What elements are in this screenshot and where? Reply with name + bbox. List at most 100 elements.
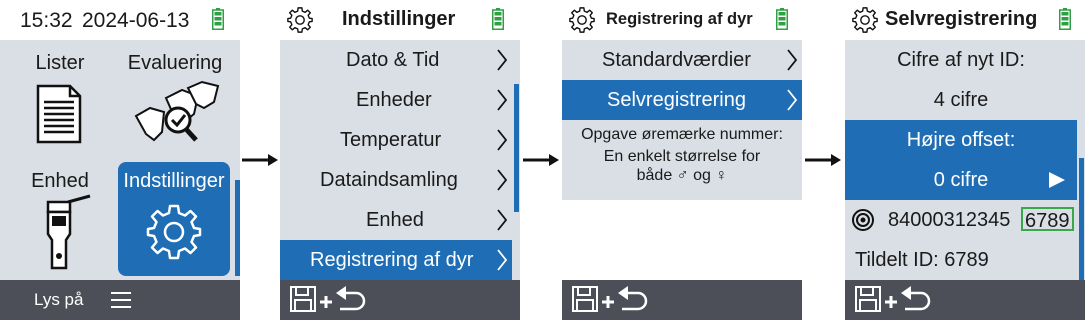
registration-menu: Standardværdier Selvregistrering Opgave … [562,40,802,200]
chevron-right-icon [497,249,508,271]
scrollbar[interactable] [1079,158,1084,280]
screen-home: 15:32 2024-06-13 Lister Evaluering Enhed… [0,0,240,320]
menu-item-enheder[interactable]: Enheder [280,80,512,120]
chevron-right-icon [497,209,508,231]
help-text-line: En enkelt størrelse for [603,148,761,165]
menu-item-label: Dataindsamling [320,169,458,191]
flow-arrow-icon [523,154,559,166]
flow-arrow-icon [242,154,278,166]
digits-label: Cifre af nyt ID: [845,40,1077,80]
clock-date: 2024-06-13 [82,9,190,32]
self-registration-form: Cifre af nyt ID: 4 cifre Højre offset: 0… [845,40,1085,280]
offset-label: Højre offset: [845,120,1077,160]
clock-time: 15:32 [20,9,73,32]
hamburger-menu-icon[interactable] [111,291,131,309]
menu-item-dato-tid[interactable]: Dato & Tid [280,40,512,80]
list-document-icon [36,84,82,144]
tile-label: Indstillinger [123,170,225,192]
battery-icon [776,8,788,30]
menu-item-enhed[interactable]: Enhed [280,200,512,240]
screen-self-registration: Selvregistrering Cifre af nyt ID: 4 cifr… [845,0,1085,320]
menu-item-dataindsamling[interactable]: Dataindsamling [280,160,512,200]
ear-tag-icon [852,209,874,231]
gear-icon [287,7,313,33]
menu-item-standardvaerdier[interactable]: Standardværdier [562,40,802,80]
menu-item-selvregistrering[interactable]: Selvregistrering [562,80,802,120]
digits-value-text: 4 cifre [933,89,989,111]
scrollbar[interactable] [235,180,240,276]
chevron-right-icon [787,49,798,71]
gear-icon [569,7,595,33]
help-text-line: Opgave øremærke nummer: [581,126,783,143]
page-title: Selvregistrering [885,8,1038,30]
offset-label-text: Højre offset: [906,129,1016,151]
save-icon [572,286,598,312]
footer-bar: Lys på [0,280,240,320]
screen-animal-registration: Registrering af dyr Standardværdier Selv… [562,0,802,320]
help-text: Opgave øremærke nummer: En enkelt større… [562,124,802,184]
battery-icon [212,8,224,30]
menu-item-label: Dato & Tid [346,49,440,71]
page-title: Registrering af dyr [606,10,753,28]
tile-label: Lister [35,52,85,74]
help-text-line: både ♂ og ♀ [636,167,728,184]
battery-icon [492,8,504,30]
tile-enhed[interactable]: Enhed [10,164,110,276]
menu-item-temperatur[interactable]: Temperatur [280,120,512,160]
battery-icon [1059,8,1071,30]
light-button[interactable]: Lys på [34,290,83,310]
flow-arrow-icon [805,154,841,166]
save-icon [290,286,316,312]
menu-item-label: Registrering af dyr [310,249,474,271]
footer-bar [562,280,802,320]
tile-lister[interactable]: Lister [10,48,110,152]
page-title: Indstillinger [342,8,456,30]
scrollbar[interactable] [514,84,519,212]
plus-icon [602,296,614,308]
screen-settings: Indstillinger Dato & Tid Enheder Tempera… [280,0,520,320]
tile-indstillinger[interactable]: Indstillinger [118,162,230,276]
menu-item-label: Temperatur [340,129,442,151]
tile-label: Enhed [31,170,89,192]
save-and-back-icons[interactable] [855,285,935,315]
title-bar: Registrering af dyr [562,0,802,40]
title-bar: Indstillinger [280,0,520,40]
offset-value[interactable]: 0 cifre [845,160,1077,200]
menu-item-label: Enheder [356,89,432,111]
chevron-right-icon [497,89,508,111]
gear-icon [852,7,878,33]
handheld-reader-icon [46,194,91,270]
tag-number-highlight: 6789 [1021,207,1074,232]
chevron-right-icon [497,169,508,191]
plus-icon [320,296,332,308]
save-and-back-icons[interactable] [572,285,652,315]
digits-value[interactable]: 4 cifre [845,80,1077,120]
play-right-icon[interactable] [1049,172,1065,188]
save-and-back-icons[interactable] [290,285,370,315]
title-bar: Selvregistrering [845,0,1085,40]
menu-item-label: Selvregistrering [607,89,746,111]
chevron-right-icon [497,49,508,71]
menu-item-label: Standardværdier [602,49,751,71]
gear-icon [146,204,202,260]
assigned-id-text: Tildelt ID: 6789 [855,249,989,271]
settings-menu: Dato & Tid Enheder Temperatur Dataindsam… [280,40,520,280]
menu-item-registrering-af-dyr[interactable]: Registrering af dyr [280,240,512,280]
status-bar: 15:32 2024-06-13 [0,0,240,40]
chevron-right-icon [787,89,798,111]
footer-bar [845,280,1085,320]
cattle-evaluation-icon [134,80,220,142]
tag-number-prefix: 84000312345 [888,209,1011,231]
back-arrow-icon [618,286,648,311]
tile-evaluering[interactable]: Evaluering [118,48,232,152]
back-arrow-icon [336,286,366,311]
plus-icon [885,296,897,308]
assigned-id: Tildelt ID: 6789 [845,240,1077,280]
menu-item-label: Enhed [366,209,424,231]
tile-grid: Lister Evaluering Enhed Indstillinger [0,40,240,280]
digits-label-text: Cifre af nyt ID: [897,49,1025,71]
back-arrow-icon [901,286,931,311]
footer-bar [280,280,520,320]
chevron-right-icon [497,129,508,151]
tag-number-row: 84000312345 6789 [845,200,1077,240]
